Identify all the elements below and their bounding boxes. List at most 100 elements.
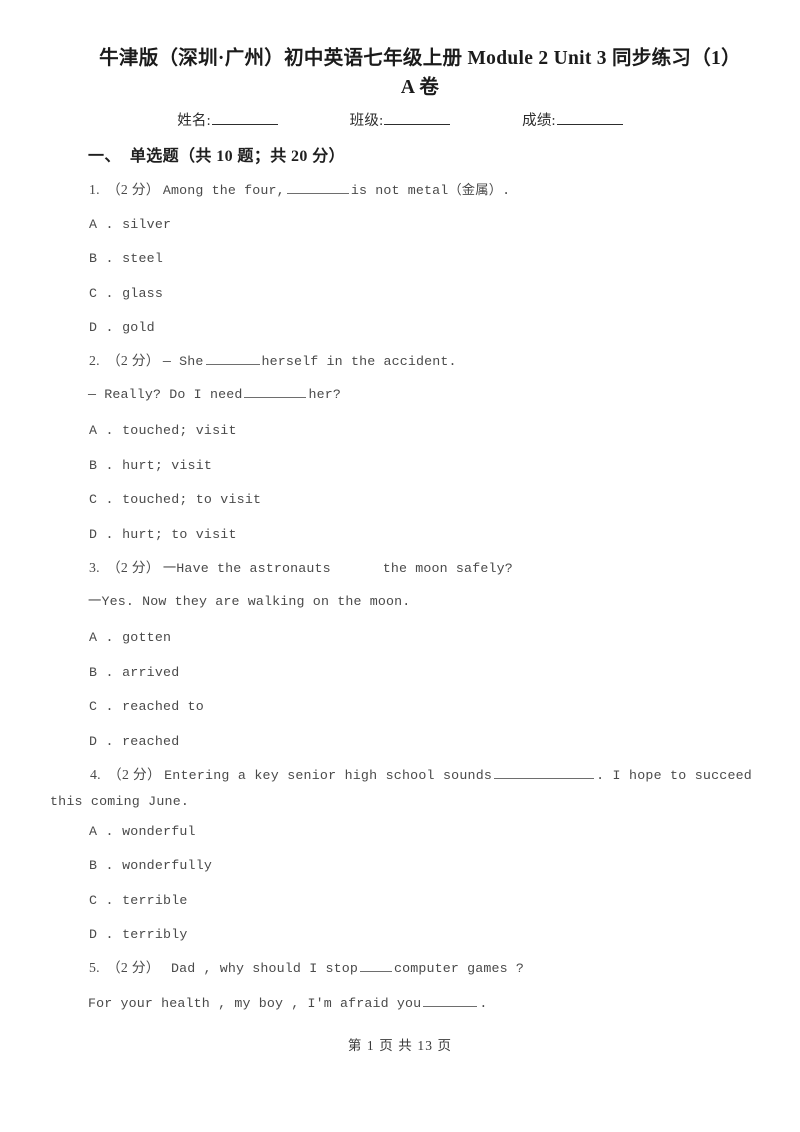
question-1-option-c[interactable]: C . glass <box>89 284 163 304</box>
question-3-sub-line: 一Yes. Now they are walking on the moon. <box>88 594 411 609</box>
question-3-option-b[interactable]: B . arrived <box>89 663 179 683</box>
question-4-option-a[interactable]: A . wonderful <box>89 822 196 842</box>
question-4-option-c[interactable]: C . terrible <box>89 891 188 911</box>
question-2-blank-2[interactable] <box>244 385 307 399</box>
option-text: terrible <box>122 893 188 908</box>
question-1-blank[interactable] <box>286 181 349 194</box>
option-letter: B . <box>89 251 114 266</box>
question-5-score: （2 分） <box>106 960 160 975</box>
question-5-blank-2[interactable] <box>423 994 478 1008</box>
option-text: hurt; to visit <box>122 527 237 542</box>
option-letter: C . <box>89 699 114 714</box>
question-1-stem-part1: Among the four, <box>162 183 285 198</box>
section-heading-multiple-choice: 一、 单选题（共 10 题；共 20 分） <box>88 142 345 166</box>
question-4-number: 4. <box>90 767 101 782</box>
question-5-sub-part2: . <box>479 996 488 1012</box>
option-letter: B . <box>89 858 114 873</box>
option-letter: C . <box>89 492 114 507</box>
option-text: touched; visit <box>122 423 237 438</box>
page-title-line-2: 卷 <box>419 77 440 98</box>
question-1-option-a[interactable]: A . silver <box>89 215 171 235</box>
score-field-group: 成绩: <box>522 109 623 130</box>
option-letter: A . <box>89 423 114 438</box>
question-2-blank-1[interactable] <box>205 352 260 365</box>
question-4-stem-part1: Entering a key senior high school sounds <box>164 768 493 783</box>
question-2-option-a[interactable]: A . touched; visit <box>89 421 237 441</box>
question-3-option-a[interactable]: A . gotten <box>89 628 171 648</box>
class-field-group: 班级: <box>350 109 451 130</box>
question-3-option-d[interactable]: D . reached <box>89 732 179 752</box>
option-text: wonderful <box>122 824 196 839</box>
question-3-stem-part1: 一Have the astronauts <box>162 561 331 576</box>
score-input-blank[interactable] <box>556 112 623 125</box>
question-4-option-d[interactable]: D . terribly <box>89 925 188 945</box>
option-text: hurt; visit <box>122 458 213 473</box>
option-text: wonderfully <box>122 858 213 873</box>
question-5-blank-1[interactable] <box>359 959 392 972</box>
section-title: 单选题（共 10 题；共 20 分） <box>129 148 346 165</box>
question-5-stem-part1: Dad , why should I stop <box>162 961 358 976</box>
option-letter: D . <box>89 734 114 749</box>
option-text: reached <box>122 734 180 749</box>
name-label: 姓名: <box>177 113 211 129</box>
question-4-stem: 4. （2 分） Entering a key senior high school… <box>50 762 752 815</box>
option-letter: B . <box>89 458 114 473</box>
option-letter: A . <box>89 217 114 232</box>
question-2-stem: 2. （2 分） — She herself in the accident. <box>89 351 457 372</box>
name-field-group: 姓名: <box>177 109 278 130</box>
student-info-line: 姓名: 班级: 成绩: <box>50 109 750 130</box>
question-1-score: （2 分） <box>106 182 160 197</box>
option-text: glass <box>122 286 164 301</box>
question-3-number: 3. <box>89 560 100 575</box>
page-title: 牛津版（深圳·广州）初中英语七年级上册 Module 2 Unit 3 同步练习… <box>95 44 745 102</box>
exam-page: 牛津版（深圳·广州）初中英语七年级上册 Module 2 Unit 3 同步练习… <box>0 0 800 1132</box>
question-2-number: 2. <box>89 353 100 368</box>
question-5-number: 5. <box>89 960 100 975</box>
option-text: silver <box>122 217 172 232</box>
question-1-option-b[interactable]: B . steel <box>89 249 163 269</box>
question-1-option-d[interactable]: D . gold <box>89 318 155 338</box>
class-label: 班级: <box>349 113 384 129</box>
option-letter: A . <box>89 630 114 645</box>
question-3-blank[interactable] <box>333 560 381 572</box>
question-1-stem-part2: is not metal（金属）. <box>350 183 511 198</box>
option-text: gold <box>122 320 155 335</box>
option-text: gotten <box>122 630 172 645</box>
page-footer: 第 1 页 共 13 页 <box>0 1034 800 1054</box>
option-letter: A . <box>89 824 114 839</box>
page-number-text: 第 1 页 共 13 页 <box>347 1038 453 1053</box>
question-2-option-b[interactable]: B . hurt; visit <box>89 456 212 476</box>
option-letter: C . <box>89 893 114 908</box>
question-5-stem: 5. （2 分） Dad , why should I stop computer … <box>89 958 524 979</box>
question-2-stem-part1: — She <box>162 354 204 369</box>
question-1-number: 1. <box>89 182 100 197</box>
option-letter: D . <box>89 320 114 335</box>
question-3-stem-part2: the moon safely? <box>382 561 513 576</box>
question-5-stem-part2: computer games ? <box>393 961 525 976</box>
name-input-blank[interactable] <box>211 112 278 125</box>
question-3-stem: 3. （2 分） 一Have the astronauts the moon safe… <box>89 558 513 579</box>
option-text: steel <box>122 251 164 266</box>
question-4-score: （2 分） <box>107 767 162 782</box>
question-2-option-d[interactable]: D . hurt; to visit <box>89 525 237 545</box>
option-text: reached to <box>122 699 204 714</box>
option-letter: C . <box>89 286 114 301</box>
question-5-sub-part1: For your health , my boy , I'm afraid yo… <box>88 996 422 1012</box>
question-1-stem: 1. （2 分） Among the four, is not metal（金属）. <box>89 180 510 201</box>
option-text: touched; to visit <box>122 492 262 507</box>
question-2-option-c[interactable]: C . touched; to visit <box>89 490 261 510</box>
question-3-stem-line-2: 一Yes. Now they are walking on the moon. <box>88 592 410 612</box>
question-2-sub-part2: her? <box>308 387 341 403</box>
question-4-option-b[interactable]: B . wonderfully <box>89 856 212 876</box>
class-input-blank[interactable] <box>384 112 451 125</box>
score-label: 成绩: <box>522 113 556 129</box>
question-5-stem-line-2: For your health , my boy , I'm afraid yo… <box>88 994 487 1014</box>
section-number: 一、 <box>88 148 121 165</box>
question-4-blank[interactable] <box>494 766 595 779</box>
option-letter: D . <box>89 527 114 542</box>
question-2-stem-part2: herself in the accident. <box>261 354 457 369</box>
question-2-score: （2 分） <box>106 353 160 368</box>
option-text: arrived <box>122 665 180 680</box>
question-2-sub-part1: — Really? Do I need <box>88 387 243 403</box>
question-3-option-c[interactable]: C . reached to <box>89 697 204 717</box>
